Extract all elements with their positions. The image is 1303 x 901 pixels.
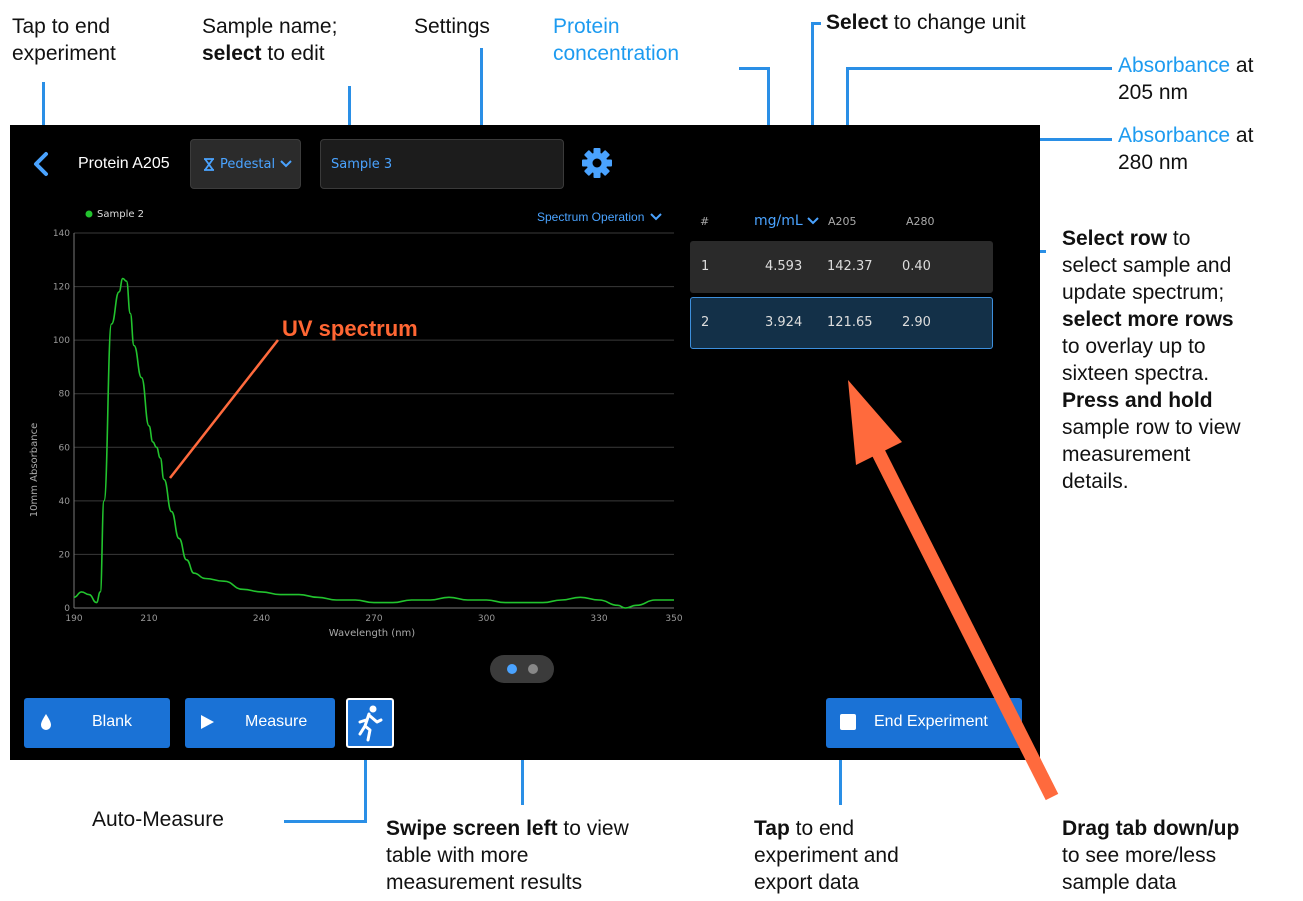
y-tick-label: 40 — [59, 497, 71, 507]
x-axis-label: Wavelength (nm) — [329, 628, 415, 639]
chevron-left-icon — [34, 152, 48, 176]
y-tick-label: 140 — [53, 229, 70, 239]
y-tick-label: 20 — [59, 550, 71, 560]
hourglass-icon — [204, 157, 214, 171]
annotation-drag-tab: Drag tab down/up to see more/less sample… — [1062, 817, 1240, 894]
column-header-a280: A280 — [906, 215, 935, 228]
chevron-down-icon — [806, 217, 819, 225]
row-concentration: 3.924 — [765, 315, 803, 330]
annotation-tap-end: Tap to end experiment and export data — [754, 817, 899, 894]
x-tick-label: 270 — [365, 614, 382, 624]
spectrum-operation-label: Spectrum Operation — [537, 210, 645, 224]
running-person-icon — [358, 705, 383, 742]
row-a205: 121.65 — [827, 315, 873, 330]
row-a280: 2.90 — [902, 315, 931, 330]
x-tick-label: 350 — [665, 614, 682, 624]
experiment-title: Protein A205 — [78, 155, 170, 172]
y-tick-label: 80 — [59, 390, 71, 400]
page-dot[interactable] — [528, 664, 538, 674]
unit-label: mg/mL — [754, 213, 803, 229]
annotation-sample-name: Sample name; select to edit — [202, 15, 338, 65]
row-index: 2 — [701, 315, 710, 330]
callout-line-protein-h — [739, 67, 769, 70]
spectrum-line — [73, 277, 674, 609]
page-dot-active[interactable] — [507, 664, 517, 674]
callout-line-a205-h — [846, 67, 1112, 70]
x-tick-label: 300 — [478, 614, 495, 624]
auto-measure-button[interactable] — [346, 698, 394, 748]
y-tick-label: 100 — [53, 336, 70, 346]
mode-dropdown[interactable]: Pedestal — [190, 139, 301, 189]
gear-icon — [582, 148, 612, 178]
chevron-down-icon — [280, 160, 292, 168]
measure-label: Measure — [245, 713, 308, 730]
column-header-index: # — [700, 215, 710, 228]
annotation-change-unit: Select to change unit — [826, 11, 1026, 34]
end-experiment-button[interactable]: End Experiment — [826, 698, 1022, 748]
blank-button[interactable]: Blank — [24, 698, 170, 748]
chevron-down-icon — [650, 213, 663, 221]
end-experiment-label: End Experiment — [874, 713, 988, 730]
annotation-select-row: Select row to select sample and update s… — [1062, 227, 1241, 493]
back-button[interactable] — [30, 149, 52, 179]
y-axis-label: 10mm Absorbance — [29, 423, 40, 517]
row-concentration: 4.593 — [765, 259, 803, 274]
row-index: 1 — [701, 259, 710, 274]
annotation-settings: Settings — [414, 15, 490, 38]
blank-label: Blank — [92, 713, 133, 730]
page-indicator[interactable] — [490, 655, 554, 683]
callout-line-auto-h — [284, 820, 366, 823]
legend-marker — [85, 210, 93, 218]
x-tick-label: 210 — [140, 614, 157, 624]
stop-square-icon — [840, 714, 856, 730]
y-tick-label: 0 — [64, 604, 70, 614]
instrument-screen: Protein A205 Pedestal Sample 3 0 20 40 6… — [10, 125, 1040, 760]
spectrum-operation-dropdown[interactable]: Spectrum Operation — [537, 210, 663, 224]
callout-line-auto-v — [364, 750, 367, 823]
callout-line-swipe-v — [521, 753, 524, 805]
x-tick-label: 190 — [65, 614, 82, 624]
table-row[interactable]: 1 4.593 142.37 0.40 — [690, 241, 993, 293]
uv-spectrum-chart: 020406080100120140190 210 240 270 300 330 350 … — [29, 209, 683, 639]
measure-button[interactable]: Measure — [185, 698, 335, 748]
table-row[interactable]: 2 3.924 121.65 2.90 — [690, 297, 993, 349]
x-tick-label: 330 — [590, 614, 607, 624]
annotation-absorbance-205: Absorbance at 205 nm — [1118, 54, 1254, 104]
unit-dropdown[interactable]: mg/mL — [754, 213, 819, 229]
settings-button[interactable] — [581, 147, 613, 179]
play-icon — [201, 715, 214, 729]
row-a205: 142.37 — [827, 259, 873, 274]
column-header-a205: A205 — [828, 215, 857, 228]
annotation-auto-measure: Auto-Measure — [92, 808, 224, 831]
sample-name-field[interactable]: Sample 3 — [320, 139, 564, 189]
droplet-icon — [41, 714, 51, 730]
annotation-absorbance-280: Absorbance at 280 nm — [1118, 124, 1254, 174]
y-tick-label: 60 — [59, 443, 71, 453]
mode-label: Pedestal — [220, 156, 276, 172]
x-tick-label: 240 — [253, 614, 270, 624]
row-a280: 0.40 — [902, 259, 931, 274]
y-tick-label: 120 — [53, 283, 70, 293]
annotation-end-experiment-top: Tap to end experiment — [12, 15, 116, 65]
annotation-protein-concentration: Protein concentration — [553, 15, 680, 65]
annotation-swipe: Swipe screen left to view table with mor… — [386, 817, 629, 894]
legend-label: Sample 2 — [97, 209, 144, 220]
